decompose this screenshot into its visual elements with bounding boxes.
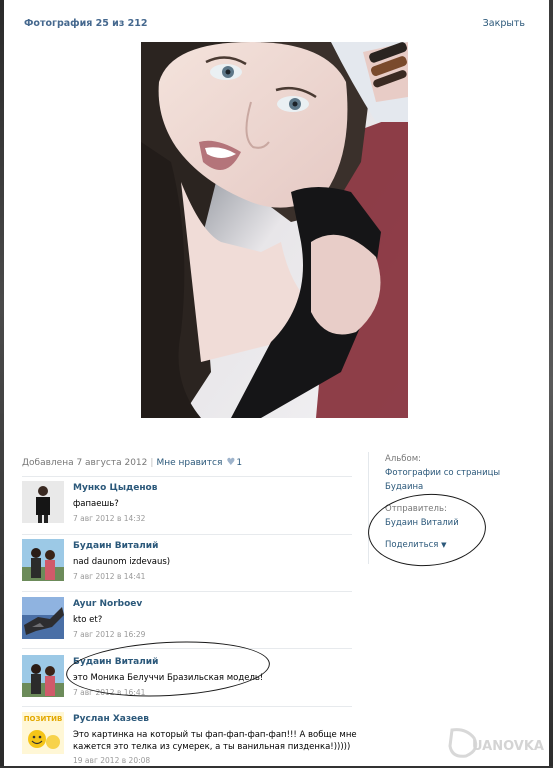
album-link-line1[interactable]: Фотографии со страницы	[385, 466, 525, 480]
photo-meta: Добавлена 7 августа 2012 | Мне нравится ♥1	[22, 457, 243, 468]
heart-icon[interactable]: ♥	[226, 457, 235, 468]
window-frame-right	[549, 0, 553, 768]
window-frame-left	[0, 0, 4, 768]
comment-item: ПОЗИТИВ Руслан Хазеев Это картинка на ко…	[22, 712, 357, 768]
comment-text: Это картинка на который ты фап-фап-фап-ф…	[73, 730, 357, 752]
comment-author[interactable]: Будаин Виталий	[73, 541, 158, 551]
comment-date[interactable]: 7 авг 2012 в 16:29	[73, 630, 145, 639]
album-link-line2[interactable]: Будаина	[385, 480, 525, 494]
like-link[interactable]: Мне нравится	[156, 458, 222, 468]
comment-date[interactable]: 7 авг 2012 в 14:41	[73, 572, 145, 581]
avatar[interactable]	[22, 597, 64, 639]
comment-text: kto et?	[73, 615, 103, 625]
comment-author[interactable]: Мунко Цыденов	[73, 483, 157, 493]
comment-date[interactable]: 7 авг 2012 в 14:32	[73, 514, 145, 523]
album-label: Альбом:	[385, 454, 421, 464]
like-count[interactable]: 1	[236, 458, 242, 468]
divider	[22, 591, 352, 592]
sidebar-divider	[368, 452, 369, 564]
photo-counter-title: Фотография 25 из 212	[24, 18, 148, 29]
divider	[22, 706, 352, 707]
comment-item: Ayur Norboev kto et? 7 авг 2012 в 16:29	[22, 597, 352, 647]
comment-text: фапаешь?	[73, 499, 119, 509]
avatar[interactable]	[22, 655, 64, 697]
divider	[22, 534, 352, 535]
avatar[interactable]: ПОЗИТИВ	[22, 712, 64, 754]
comment-item: Будаин Виталий nad daunom izdevaus) 7 ав…	[22, 539, 352, 589]
watermark-logo: UANOVKA	[446, 724, 546, 762]
divider	[22, 476, 352, 477]
comment-text: nad daunom izdevaus)	[73, 557, 171, 567]
close-link[interactable]: Закрыть	[483, 18, 525, 29]
comment-date[interactable]: 19 авг 2012 в 20:08	[73, 756, 150, 765]
main-photo[interactable]	[141, 42, 408, 418]
comment-author[interactable]: Ayur Norboev	[73, 599, 142, 609]
added-date: Добавлена 7 августа 2012	[22, 458, 148, 468]
avatar[interactable]	[22, 539, 64, 581]
comment-item: Мунко Цыденов фапаешь? 7 авг 2012 в 14:3…	[22, 481, 352, 531]
comment-author[interactable]: Руслан Хазеев	[73, 714, 149, 724]
avatar-positive-label: ПОЗИТИВ	[24, 715, 63, 723]
avatar[interactable]	[22, 481, 64, 523]
watermark-text: UANOVKA	[472, 739, 544, 754]
portrait-image	[141, 42, 408, 418]
